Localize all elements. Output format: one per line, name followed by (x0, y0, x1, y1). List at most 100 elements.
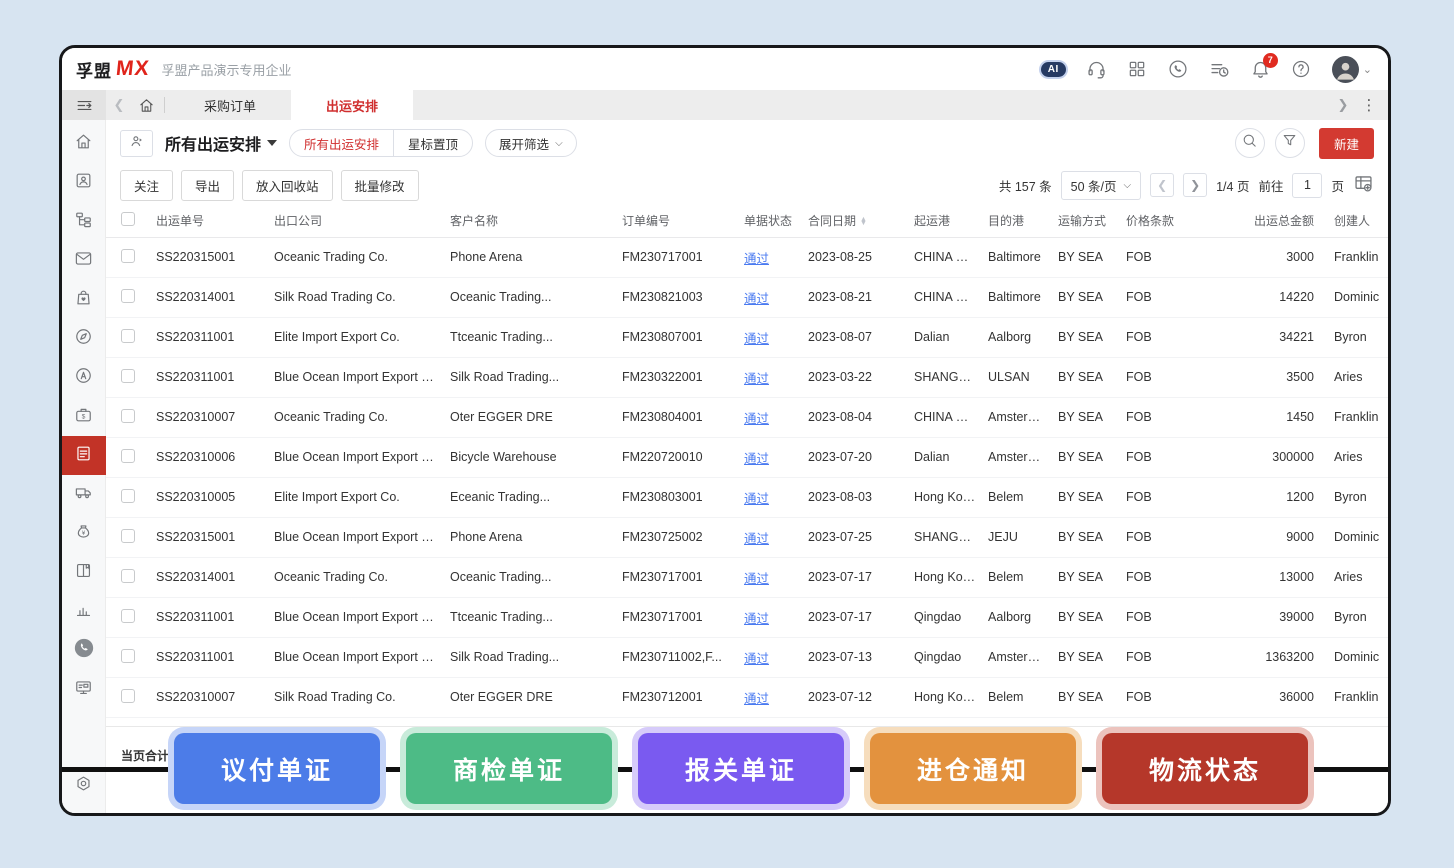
page-size-select[interactable]: 50 条/页 ⌵ (1061, 171, 1141, 200)
row-checkbox[interactable] (121, 329, 135, 343)
row-checkbox[interactable] (121, 449, 135, 463)
table-row[interactable]: SS220311001 Blue Ocean Import Export Co.… (106, 357, 1391, 397)
flow-button-customs-docs[interactable]: 报关单证 (638, 733, 844, 804)
table-row[interactable]: SS220315001 Oceanic Trading Co. Phone Ar… (106, 237, 1391, 277)
row-checkbox[interactable] (121, 369, 135, 383)
apps-grid-icon[interactable] (1127, 59, 1148, 80)
header-shipping-no[interactable]: 出运单号 (144, 204, 262, 237)
sidebar-item-home[interactable] (62, 124, 106, 163)
sidebar-item-ledger[interactable] (62, 553, 106, 592)
table-row[interactable]: SS220314001 Silk Road Trading Co. Oceani… (106, 277, 1391, 317)
status-link[interactable]: 通过 (744, 692, 769, 706)
status-link[interactable]: 通过 (744, 372, 769, 386)
table-row[interactable]: SS220314001 Oceanic Trading Co. Oceanic … (106, 557, 1391, 597)
sidebar-item-sales[interactable]: $ (62, 397, 106, 436)
header-port-loading[interactable]: 起运港 (902, 204, 976, 237)
header-port-destination[interactable]: 目的港 (976, 204, 1046, 237)
header-export-company[interactable]: 出口公司 (262, 204, 438, 237)
cell-doc-status[interactable]: 通过 (732, 317, 796, 357)
headset-icon[interactable] (1086, 59, 1107, 80)
cell-doc-status[interactable]: 通过 (732, 597, 796, 637)
follow-button[interactable]: 关注 (120, 170, 173, 201)
table-row[interactable]: SS220311001 Blue Ocean Import Export Co.… (106, 637, 1391, 677)
row-checkbox[interactable] (121, 609, 135, 623)
segment-starred[interactable]: 星标置顶 (394, 130, 472, 156)
tab-scroll-right-icon[interactable]: ❯ (1330, 97, 1356, 113)
table-row[interactable]: SS220310007 Oceanic Trading Co. Oter EGG… (106, 397, 1391, 437)
select-all-checkbox[interactable] (121, 212, 135, 226)
sidebar-item-workbench[interactable] (62, 670, 106, 709)
ai-assistant-icon[interactable]: AI (1041, 62, 1066, 77)
row-checkbox[interactable] (121, 289, 135, 303)
recycle-bin-button[interactable]: 放入回收站 (242, 170, 333, 201)
row-checkbox[interactable] (121, 249, 135, 263)
create-button[interactable]: 新建 (1319, 128, 1374, 159)
header-creator[interactable]: 创建人 (1322, 204, 1391, 237)
cell-doc-status[interactable]: 通过 (732, 677, 796, 717)
status-link[interactable]: 通过 (744, 652, 769, 666)
sidebar-item-reports[interactable] (62, 592, 106, 631)
sidebar-item-shipping-docs[interactable] (62, 436, 106, 475)
cell-doc-status[interactable]: 通过 (732, 557, 796, 597)
header-doc-status[interactable]: 单据状态 (732, 204, 796, 237)
user-menu[interactable]: ⌄ (1332, 56, 1372, 83)
search-button[interactable] (1235, 128, 1265, 158)
cell-doc-status[interactable]: 通过 (732, 477, 796, 517)
batch-edit-button[interactable]: 批量修改 (341, 170, 419, 201)
view-selector[interactable]: 所有出运安排 (165, 131, 277, 155)
segment-all-shipments[interactable]: 所有出运安排 (290, 130, 393, 156)
sidebar-item-org[interactable] (62, 202, 106, 241)
table-row[interactable]: SS220311001 Blue Ocean Import Export Co.… (106, 597, 1391, 637)
status-link[interactable]: 通过 (744, 452, 769, 466)
row-checkbox[interactable] (121, 649, 135, 663)
table-row[interactable]: SS220315001 Blue Ocean Import Export Co.… (106, 517, 1391, 557)
column-settings-button[interactable] (1353, 173, 1374, 197)
flow-button-logistics-status[interactable]: 物流状态 (1102, 733, 1308, 804)
expand-filters-button[interactable]: 展开筛选 ⌵ (485, 129, 577, 157)
sidebar-item-settings[interactable] (62, 766, 106, 805)
cell-doc-status[interactable]: 通过 (732, 637, 796, 677)
header-price-terms[interactable]: 价格条款 (1114, 204, 1200, 237)
flow-button-negotiation-docs[interactable]: 议付单证 (174, 733, 380, 804)
status-link[interactable]: 通过 (744, 572, 769, 586)
owner-filter-button[interactable] (120, 130, 153, 157)
header-total-amount[interactable]: 出运总金额 (1200, 204, 1322, 237)
sidebar-item-procurement[interactable] (62, 280, 106, 319)
sidebar-item-marketing[interactable] (62, 358, 106, 397)
table-row[interactable]: SS220310005 Elite Import Export Co. Ecea… (106, 477, 1391, 517)
tab-scroll-left-icon[interactable]: ❮ (106, 90, 132, 120)
flow-button-warehouse-notice[interactable]: 进仓通知 (870, 733, 1076, 804)
table-row[interactable]: SS220311001 Elite Import Export Co. Ttce… (106, 317, 1391, 357)
collapse-sidebar-icon[interactable] (62, 90, 106, 120)
sidebar-item-logistics[interactable] (62, 475, 106, 514)
header-customer-name[interactable]: 客户名称 (438, 204, 610, 237)
header-contract-date[interactable]: 合同日期▲▼ (796, 204, 902, 237)
next-page-button[interactable]: ❯ (1183, 173, 1207, 197)
prev-page-button[interactable]: ❮ (1150, 173, 1174, 197)
tab-purchase-orders[interactable]: 采购订单 (169, 90, 291, 120)
avatar[interactable] (1332, 56, 1359, 83)
notification-bell-icon[interactable]: 7 (1250, 59, 1271, 80)
status-link[interactable]: 通过 (744, 412, 769, 426)
tab-more-icon[interactable]: ⋮ (1360, 96, 1378, 114)
cell-doc-status[interactable]: 通过 (732, 397, 796, 437)
table-row[interactable]: SS220310006 Blue Ocean Import Export Co.… (106, 437, 1391, 477)
status-link[interactable]: 通过 (744, 252, 769, 266)
whatsapp-icon[interactable] (1168, 59, 1189, 80)
help-icon[interactable] (1291, 59, 1312, 80)
cell-doc-status[interactable]: 通过 (732, 357, 796, 397)
sidebar-item-finance[interactable]: ¥ (62, 514, 106, 553)
task-list-icon[interactable] (1209, 59, 1230, 80)
tab-shipping-arrangement[interactable]: 出运安排 (291, 90, 413, 120)
row-checkbox[interactable] (121, 569, 135, 583)
row-checkbox[interactable] (121, 689, 135, 703)
sidebar-item-discover[interactable] (62, 319, 106, 358)
status-link[interactable]: 通过 (744, 612, 769, 626)
cell-doc-status[interactable]: 通过 (732, 437, 796, 477)
sidebar-item-mail[interactable] (62, 241, 106, 280)
flow-button-inspection-docs[interactable]: 商检单证 (406, 733, 612, 804)
cell-doc-status[interactable]: 通过 (732, 277, 796, 317)
sidebar-item-contacts[interactable] (62, 163, 106, 202)
row-checkbox[interactable] (121, 489, 135, 503)
status-link[interactable]: 通过 (744, 292, 769, 306)
